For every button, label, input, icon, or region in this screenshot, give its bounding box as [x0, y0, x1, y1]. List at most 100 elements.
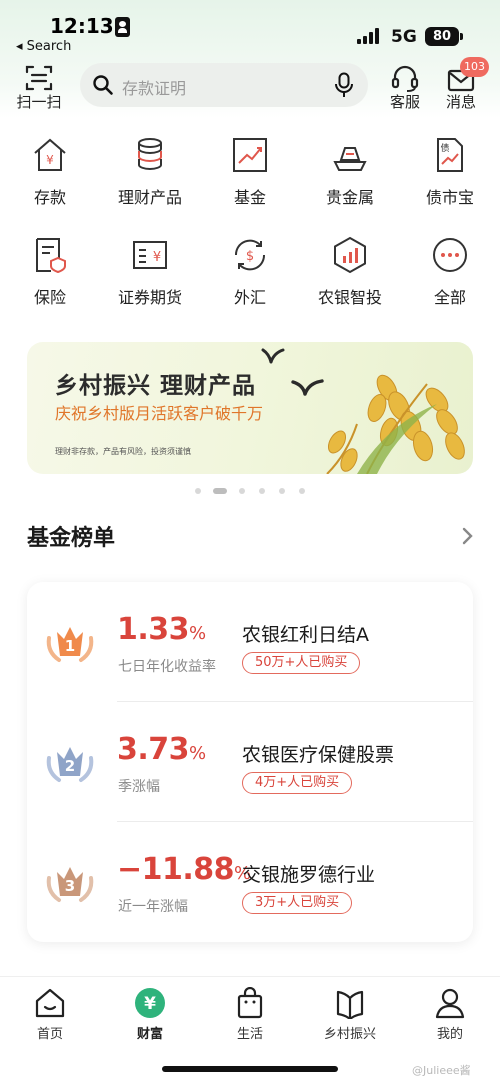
tab-label: 财富 — [136, 1027, 163, 1042]
fund-metric-label: 近一年涨幅 — [118, 899, 188, 915]
svg-text:债: 债 — [440, 142, 449, 154]
messages-label: 消息 — [445, 93, 476, 111]
fund-ranking-title: 基金榜单 — [27, 526, 116, 551]
grid-item-deposit[interactable]: ¥ 存款 — [0, 136, 100, 226]
forex-icon: $ — [234, 239, 266, 271]
fund-row[interactable]: 2 3.73% 季涨幅 农银医疗保健股票 4万+人已购买 — [27, 702, 473, 822]
fund-name: 交银施罗德行业 — [242, 864, 376, 886]
search-input[interactable]: 存款证明 — [122, 75, 186, 99]
grid-item-insurance[interactable]: 保险 — [0, 236, 100, 326]
grid-label: 存款 — [33, 188, 66, 207]
promo-banner[interactable]: 乡村振兴 理财产品 庆祝乡村版月活跃客户破千万 理财非存款，产品有风险，投资须谨… — [27, 342, 473, 474]
home-indicator[interactable] — [162, 1066, 338, 1072]
battery-icon: 80 — [425, 27, 459, 46]
fund-buyers-tag: 3万+人已购买 — [242, 892, 353, 914]
banner-disclaimer: 理财非存款，产品有风险，投资须谨慎 — [55, 447, 191, 456]
grid-label: 农银智投 — [317, 288, 382, 307]
battery-tip — [460, 33, 463, 40]
fund-return-value: 3.73% — [117, 732, 206, 767]
tab-label: 我的 — [436, 1027, 463, 1042]
tab-label: 生活 — [236, 1027, 263, 1042]
microphone-icon[interactable] — [333, 72, 355, 98]
bond-doc-icon: 债 — [437, 138, 463, 172]
fund-ranking-card: 1 1.33% 七日年化收益率 农银红利日结A 50万+人已购买 2 3.73%… — [27, 582, 473, 942]
headset-icon — [391, 65, 419, 92]
tab-wealth[interactable]: ¥ 财富 — [100, 985, 200, 1045]
network-type: 5G — [391, 27, 417, 47]
contact-card-icon — [115, 17, 130, 37]
grid-item-funds[interactable]: 基金 — [200, 136, 300, 226]
grid-item-all[interactable]: 全部 — [400, 236, 500, 326]
scan-label: 扫一扫 — [16, 93, 62, 111]
fund-metric-label: 七日年化收益率 — [118, 659, 216, 675]
carousel-dot-active[interactable] — [213, 488, 227, 494]
grid-item-forex[interactable]: $ 外汇 — [200, 236, 300, 326]
fund-metric-label: 季涨幅 — [118, 779, 160, 795]
grid-label: 理财产品 — [117, 188, 182, 207]
smart-invest-icon — [334, 236, 366, 274]
bronze-medal-icon: 3 — [46, 867, 94, 902]
grid-label: 债市宝 — [425, 188, 474, 207]
svg-text:¥: ¥ — [46, 153, 54, 167]
fund-name: 农银红利日结A — [242, 624, 369, 646]
insurance-doc-icon — [36, 238, 66, 274]
shopping-bag-icon — [237, 987, 263, 1019]
fund-return-value: −11.88% — [117, 852, 251, 887]
grid-item-precious-metals[interactable]: 贵金属 — [300, 136, 400, 226]
chevron-right-icon[interactable] — [458, 524, 478, 548]
wealth-icon: ¥ — [135, 988, 165, 1018]
chart-trend-icon — [233, 138, 267, 172]
search-icon — [93, 75, 113, 95]
signal-icon — [357, 28, 381, 44]
tab-life[interactable]: 生活 — [200, 985, 300, 1045]
banner-subtitle: 庆祝乡村版月活跃客户破千万 — [55, 404, 264, 423]
gold-bar-icon — [333, 147, 367, 171]
silver-medal-icon: 2 — [46, 747, 94, 782]
grid-item-bond[interactable]: 债 债市宝 — [400, 136, 500, 226]
search-bar[interactable]: 存款证明 — [80, 63, 368, 107]
tab-home[interactable]: 首页 — [0, 985, 100, 1045]
grid-label: 基金 — [233, 188, 266, 207]
percent-sign: % — [189, 743, 206, 764]
fund-buyers-tag: 4万+人已购买 — [242, 772, 353, 794]
carousel-dot[interactable] — [195, 488, 201, 494]
svg-text:¥: ¥ — [144, 994, 156, 1014]
grid-label: 外汇 — [233, 288, 266, 307]
status-time: 12:13 — [50, 14, 114, 38]
carousel-dot[interactable] — [299, 488, 305, 494]
fund-row[interactable]: 1 1.33% 七日年化收益率 农银红利日结A 50万+人已购买 — [27, 582, 473, 702]
rural-book-icon — [336, 990, 364, 1019]
carousel-dot[interactable] — [259, 488, 265, 494]
coins-stack-icon — [138, 138, 162, 171]
tab-label: 首页 — [36, 1027, 63, 1042]
profile-icon — [435, 988, 465, 1019]
carousel-dot[interactable] — [239, 488, 245, 494]
watermark: @Julieee酱 — [412, 1064, 471, 1077]
fund-buyers-tag: 50万+人已购买 — [242, 652, 361, 674]
scan-icon — [25, 65, 53, 91]
grid-label: 全部 — [433, 288, 466, 307]
tab-profile[interactable]: 我的 — [400, 985, 500, 1045]
grid-label: 证券期货 — [117, 288, 182, 307]
rank-number: 2 — [65, 757, 75, 775]
unread-badge: 103 — [460, 57, 489, 77]
svg-text:¥: ¥ — [153, 250, 161, 265]
fund-row[interactable]: 3 −11.88% 近一年涨幅 交银施罗德行业 3万+人已购买 — [27, 822, 473, 942]
home-icon — [35, 988, 65, 1018]
back-to-search-link[interactable]: ◂ Search — [16, 39, 71, 54]
grid-item-wealth-products[interactable]: 理财产品 — [100, 136, 200, 226]
grid-item-securities[interactable]: ¥ 证券期货 — [100, 236, 200, 326]
grid-item-smart-invest[interactable]: 农银智投 — [300, 236, 400, 326]
tab-rural[interactable]: 乡村振兴 — [300, 985, 400, 1045]
more-dots-icon — [433, 238, 467, 272]
carousel-dot[interactable] — [279, 488, 285, 494]
fund-name: 农银医疗保健股票 — [242, 744, 395, 766]
rank-number: 1 — [65, 637, 75, 655]
gold-medal-icon: 1 — [46, 627, 94, 662]
banner-title: 乡村振兴 理财产品 — [55, 373, 257, 399]
deposit-house-icon: ¥ — [34, 138, 66, 171]
percent-sign: % — [189, 623, 206, 644]
securities-icon: ¥ — [133, 241, 167, 269]
fund-return-number: 3.73 — [117, 732, 190, 767]
grid-label: 保险 — [33, 288, 66, 307]
